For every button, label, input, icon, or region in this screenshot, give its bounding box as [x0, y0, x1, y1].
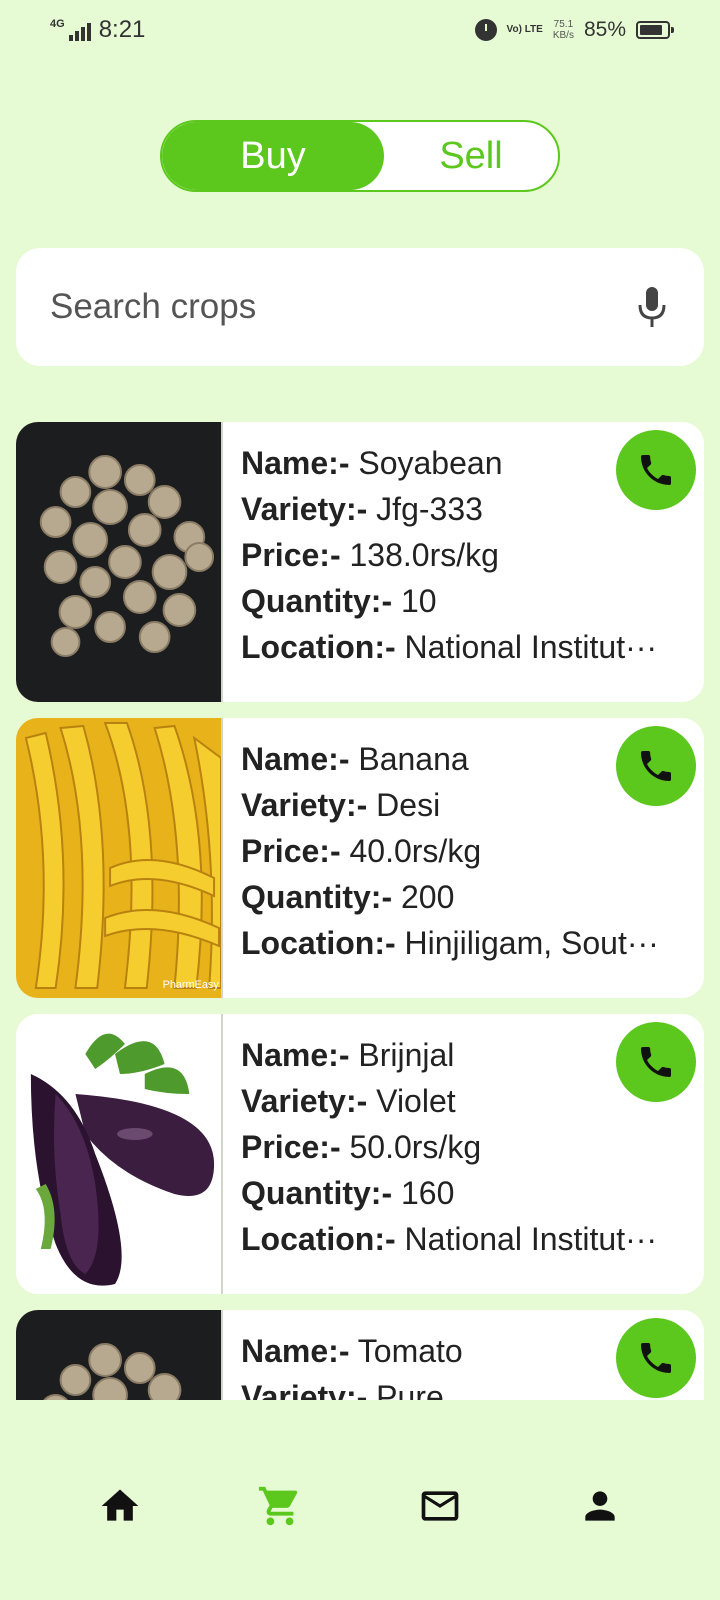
speed-unit: KB/s: [552, 30, 574, 41]
nav-profile[interactable]: [560, 1466, 640, 1546]
search-bar: [16, 248, 704, 366]
cart-icon: [258, 1486, 298, 1526]
crop-variety: Variety:- Jfg-333: [241, 491, 483, 527]
home-icon: [101, 1489, 139, 1521]
crop-quantity: Quantity:- 200: [241, 879, 455, 915]
crop-location: Location:- National Institut···: [241, 1221, 658, 1257]
phone-icon: [641, 1343, 671, 1373]
crop-variety: Variety:- Desi: [241, 787, 441, 823]
network-type: 4G: [50, 18, 65, 30]
call-button[interactable]: [616, 1022, 696, 1102]
call-button[interactable]: [616, 1318, 696, 1398]
phone-icon: [641, 1047, 671, 1077]
buy-tab[interactable]: Buy: [162, 122, 384, 190]
crop-variety: Variety:- Violet: [241, 1083, 456, 1119]
crop-quantity: Quantity:- 160: [241, 1175, 455, 1211]
crop-price: Price:- 138.0rs/kg: [241, 537, 499, 573]
network-speed: 75.1 KB/s: [553, 19, 574, 41]
nav-home[interactable]: [80, 1466, 160, 1546]
crop-price: Price:- 50.0rs/kg: [241, 1129, 482, 1165]
status-right: Vo) LTE 75.1 KB/s 85%: [474, 18, 674, 42]
soyabean-image: [16, 1310, 223, 1400]
search-input[interactable]: [50, 287, 634, 327]
battery-percent: 85%: [583, 18, 626, 41]
volte-indicator: Vo) LTE: [506, 24, 543, 35]
list-item[interactable]: Name:- Soyabean Variety:- Jfg-333 Price:…: [16, 422, 704, 702]
phone-icon: [641, 751, 671, 781]
nav-messages[interactable]: [400, 1466, 480, 1546]
watermark-text: PharmEasy: [163, 979, 220, 991]
bottom-nav: [0, 1456, 720, 1556]
crop-name: Name:- Brijnjal: [241, 1037, 455, 1073]
crop-quantity: Quantity:- 10: [241, 583, 437, 619]
crop-location: Location:- Hinjiligam, Sout···: [241, 925, 659, 961]
list-item[interactable]: PharmEasy Name:- Banana Variety:- Desi P…: [16, 718, 704, 998]
crop-list: Name:- Soyabean Variety:- Jfg-333 Price:…: [16, 422, 704, 1400]
status-left: 4G 8:21: [50, 16, 145, 44]
nav-cart[interactable]: [240, 1466, 320, 1546]
battery-icon: [636, 21, 674, 39]
list-item[interactable]: Name:- Tomato Variety:- Pure: [16, 1310, 704, 1400]
banana-image: PharmEasy: [16, 718, 223, 998]
profile-icon: [585, 1491, 615, 1521]
call-button[interactable]: [616, 726, 696, 806]
speed-value: 75.1: [553, 19, 574, 30]
mail-icon: [421, 1491, 459, 1521]
signal-icon: 4G: [50, 19, 91, 41]
clock: 8:21: [98, 16, 146, 43]
phone-icon: [641, 455, 671, 485]
sell-tab[interactable]: Sell: [384, 122, 558, 190]
crop-variety: Variety:- Pure: [241, 1379, 444, 1400]
crop-name: Name:- Banana: [241, 741, 469, 777]
list-item[interactable]: Name:- Brijnjal Variety:- Violet Price:-…: [16, 1014, 704, 1294]
soyabean-image: [16, 422, 223, 702]
buy-sell-toggle: Buy Sell: [160, 120, 560, 192]
battery-level: [640, 25, 663, 35]
crop-name: Name:- Tomato: [241, 1333, 463, 1369]
crop-location: Location:- National Institut···: [241, 629, 658, 665]
status-bar: 4G 8:21 Vo) LTE 75.1 KB/s 85%: [0, 0, 720, 60]
app-screen: 4G 8:21 Vo) LTE 75.1 KB/s 85% Buy Sell S…: [0, 0, 720, 1600]
alarm-icon: [474, 19, 497, 41]
crop-name: Name:- Soyabean: [241, 445, 503, 481]
brinjal-image: [16, 1014, 223, 1294]
crop-price: Price:- 40.0rs/kg: [241, 833, 482, 869]
call-button[interactable]: [616, 430, 696, 510]
mic-icon[interactable]: [634, 285, 670, 329]
